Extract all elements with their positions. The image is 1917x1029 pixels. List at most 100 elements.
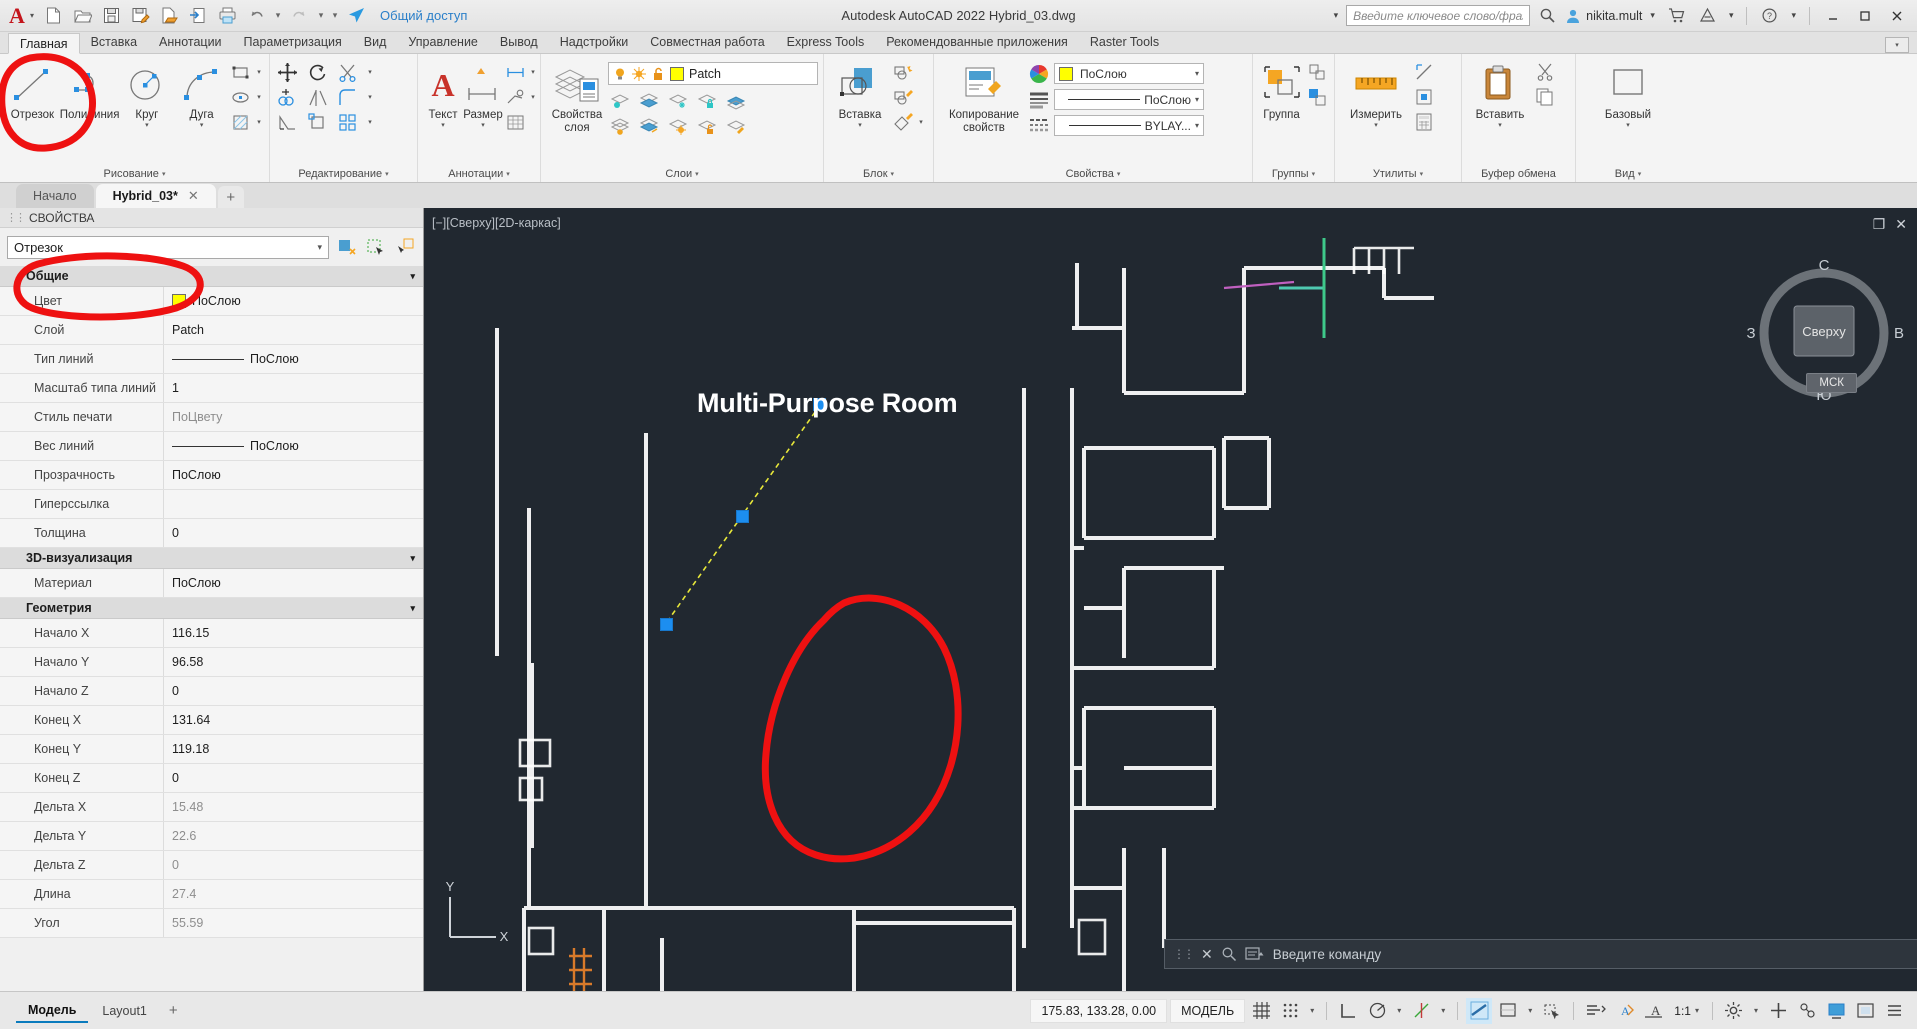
transparency-button[interactable] bbox=[1495, 998, 1521, 1024]
tool-rectangle[interactable] bbox=[229, 60, 253, 84]
isolate-objects-button[interactable] bbox=[1794, 998, 1820, 1024]
tool-mirror[interactable] bbox=[305, 85, 329, 109]
help-icon[interactable]: ? bbox=[1756, 3, 1783, 29]
status-menu-button[interactable] bbox=[1881, 998, 1907, 1024]
prop-value[interactable]: ПоСлою bbox=[164, 569, 423, 597]
fillet-dropdown-icon[interactable]: ▾ bbox=[365, 93, 375, 101]
prop-value[interactable]: 116.15 bbox=[164, 619, 423, 647]
help-caret-icon[interactable]: ▾ bbox=[1787, 10, 1800, 21]
minimize-button[interactable] bbox=[1819, 4, 1847, 28]
panel-block-caret-icon[interactable]: ▾ bbox=[891, 170, 895, 178]
layer-lock-button[interactable] bbox=[695, 89, 719, 113]
section-3dvis-collapse-icon[interactable]: ▾ bbox=[410, 553, 415, 564]
ribbon-tab-manage[interactable]: Управление bbox=[397, 32, 489, 53]
ribbon-tab-featured-apps[interactable]: Рекомендованные приложения bbox=[875, 32, 1079, 53]
annotation-scale-value[interactable]: 1:1 ▾ bbox=[1669, 1004, 1704, 1018]
point-style-button[interactable] bbox=[1412, 85, 1436, 109]
annotation-visibility-button[interactable] bbox=[1582, 998, 1608, 1024]
cut-button[interactable] bbox=[1533, 60, 1557, 84]
cart-icon[interactable] bbox=[1663, 3, 1690, 29]
layout-tab-model[interactable]: Модель bbox=[16, 999, 89, 1023]
tool-dimension-dropdown-icon[interactable]: ▾ bbox=[481, 122, 485, 130]
ortho-mode-button[interactable] bbox=[1335, 998, 1361, 1024]
prop-value[interactable]: Patch bbox=[164, 316, 423, 344]
trim-dropdown-icon[interactable]: ▾ bbox=[365, 68, 375, 76]
lineweight-display-button[interactable] bbox=[1466, 997, 1493, 1024]
prop-value[interactable]: 119.18 bbox=[164, 735, 423, 763]
select-objects-button[interactable] bbox=[364, 236, 387, 259]
export-button[interactable] bbox=[156, 3, 183, 29]
qat-more-icon[interactable]: ▾ bbox=[329, 10, 341, 21]
ellipse-dropdown-icon[interactable]: ▾ bbox=[254, 93, 264, 101]
copy-clip-button[interactable] bbox=[1533, 85, 1557, 109]
create-block-button[interactable] bbox=[891, 60, 915, 84]
edit-block-button[interactable] bbox=[891, 85, 915, 109]
panel-view-caret-icon[interactable]: ▾ bbox=[1638, 170, 1642, 178]
layout-tab-layout1[interactable]: Layout1 bbox=[90, 1000, 158, 1022]
ribbon-tab-raster-tools[interactable]: Raster Tools bbox=[1079, 32, 1170, 53]
tool-hatch[interactable] bbox=[229, 110, 253, 134]
clean-screen-button[interactable] bbox=[1852, 998, 1878, 1024]
panel-layers-caret-icon[interactable]: ▾ bbox=[695, 170, 699, 178]
object-lineweight-combo[interactable]: ПоСлою ▾ bbox=[1054, 89, 1204, 110]
undo-button[interactable] bbox=[243, 3, 270, 29]
drawing-canvas[interactable]: [−][Сверху][2D-каркас] ❐ ✕ Multi-Purpose… bbox=[424, 208, 1917, 991]
table-row[interactable]: Конец X 131.64 bbox=[0, 706, 423, 735]
tool-rotate[interactable] bbox=[305, 60, 329, 84]
prop-value-cell[interactable]: ПоСлою bbox=[164, 432, 423, 460]
base-view-dropdown-icon[interactable]: ▾ bbox=[1626, 122, 1630, 130]
doc-tab-hybrid03[interactable]: Hybrid_03* ✕ bbox=[95, 184, 216, 208]
account-caret-icon[interactable]: ▾ bbox=[1646, 10, 1659, 21]
tool-scale[interactable] bbox=[305, 110, 329, 134]
quick-select-filter-button[interactable] bbox=[393, 236, 416, 259]
ribbon-tab-home[interactable]: Главная bbox=[8, 33, 80, 54]
dim-dropdown-icon[interactable]: ▾ bbox=[528, 68, 538, 76]
table-row[interactable]: Тип линий ПоСлою bbox=[0, 345, 423, 374]
prop-value[interactable]: 131.64 bbox=[164, 706, 423, 734]
group-edit-button[interactable] bbox=[1305, 85, 1329, 109]
object-lineweight-caret-icon[interactable]: ▾ bbox=[1195, 95, 1199, 104]
plot-button[interactable] bbox=[214, 3, 241, 29]
section-general-header[interactable]: Общие ▾ bbox=[0, 266, 423, 287]
hardware-acceleration-button[interactable] bbox=[1823, 998, 1849, 1024]
current-layer-combo[interactable]: Patch bbox=[608, 62, 818, 85]
measure-button[interactable]: Измерить ▾ bbox=[1340, 58, 1412, 130]
block-dropdown-icon[interactable]: ▾ bbox=[916, 118, 926, 126]
object-snap-button[interactable] bbox=[1408, 998, 1434, 1024]
grid-display-button[interactable] bbox=[1248, 998, 1274, 1024]
table-row[interactable]: Масштаб типа линий 1 bbox=[0, 374, 423, 403]
layer-on-all-button[interactable] bbox=[608, 114, 632, 138]
table-row[interactable]: Начало Z 0 bbox=[0, 677, 423, 706]
quick-select-button[interactable] bbox=[335, 236, 358, 259]
panel-properties-caret-icon[interactable]: ▾ bbox=[1117, 170, 1121, 178]
tool-circle-dropdown-icon[interactable]: ▾ bbox=[145, 122, 149, 130]
object-linetype-combo[interactable]: BYLAY... ▾ bbox=[1054, 115, 1204, 136]
transparency-caret-icon[interactable]: ▾ bbox=[1524, 1006, 1536, 1015]
ribbon-tab-view[interactable]: Вид bbox=[353, 32, 398, 53]
account-area[interactable]: nikita.mult bbox=[1565, 8, 1642, 24]
ribbon-tab-collaborate[interactable]: Совместная работа bbox=[639, 32, 775, 53]
prop-value[interactable]: 0 bbox=[164, 677, 423, 705]
tool-dimension[interactable]: Размер ▾ bbox=[463, 58, 503, 130]
layer-unisolate-button[interactable] bbox=[666, 114, 690, 138]
block-attributes-button[interactable] bbox=[891, 110, 915, 134]
ribbon-tab-express-tools[interactable]: Express Tools bbox=[776, 32, 876, 53]
layer-match-button[interactable] bbox=[724, 114, 748, 138]
palette-grip-icon[interactable]: ⋮⋮ bbox=[6, 211, 26, 224]
lineweight-icon[interactable] bbox=[1029, 90, 1049, 110]
prop-value-cell[interactable]: ПоСлою bbox=[164, 345, 423, 373]
prop-value[interactable]: 96.58 bbox=[164, 648, 423, 676]
rectangle-dropdown-icon[interactable]: ▾ bbox=[254, 68, 264, 76]
tool-polyline[interactable]: Полилиния bbox=[60, 58, 119, 122]
workspace-settings-button[interactable] bbox=[1721, 998, 1747, 1024]
doc-tab-start[interactable]: Начало bbox=[16, 184, 94, 208]
layer-merge-button[interactable] bbox=[724, 89, 748, 113]
new-document-tab-button[interactable]: + bbox=[217, 186, 244, 208]
measure-dropdown-icon[interactable]: ▾ bbox=[1374, 122, 1378, 130]
osnap-caret-icon[interactable]: ▾ bbox=[1437, 1006, 1449, 1015]
import-button[interactable] bbox=[185, 3, 212, 29]
array-dropdown-icon[interactable]: ▾ bbox=[365, 118, 375, 126]
ribbon-tab-parametric[interactable]: Параметризация bbox=[233, 32, 353, 53]
redo-caret-icon[interactable]: ▾ bbox=[315, 10, 327, 21]
autodesk-app-icon[interactable] bbox=[1694, 3, 1721, 29]
